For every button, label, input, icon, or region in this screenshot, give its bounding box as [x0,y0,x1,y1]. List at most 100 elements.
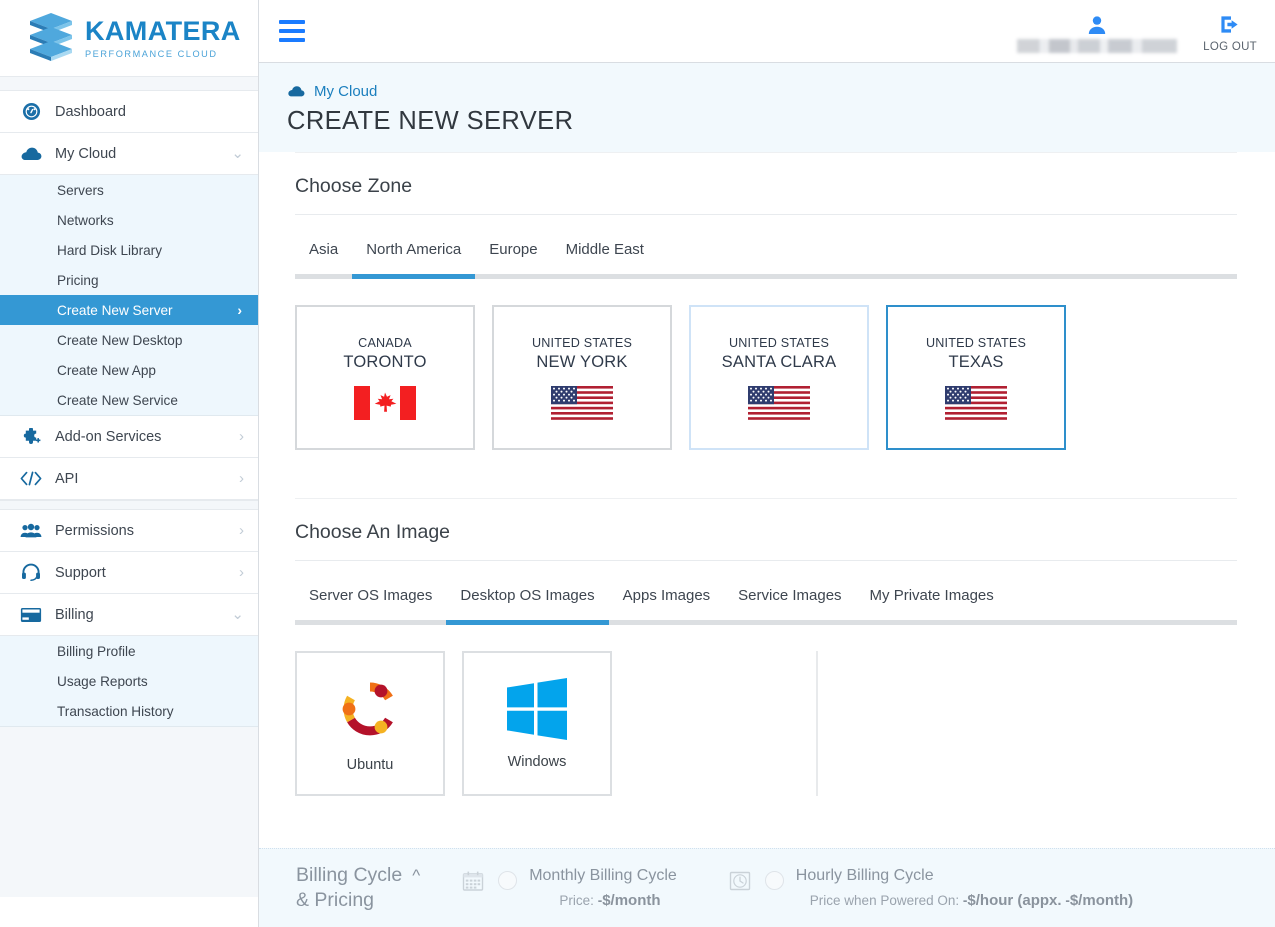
sidebar-item-support[interactable]: Support › [0,552,258,594]
sidebar-item-add-on-services[interactable]: Add-on Services › [0,416,258,458]
sub-item-label: Pricing [57,272,99,288]
image-list-divider [816,651,818,796]
tab-server-os-images[interactable]: Server OS Images [295,587,447,625]
usa-flag-icon [945,385,1007,420]
sidebar-item-permissions[interactable]: Permissions › [0,510,258,552]
zone-city: SANTA CLARA [721,352,837,371]
tab-indicator [855,620,1008,625]
billing-submenu: Billing Profile Usage Reports Transactio… [0,636,258,727]
tab-apps-images[interactable]: Apps Images [608,587,725,625]
monthly-price-unit: $/month [602,892,661,909]
cloud-icon [18,146,44,162]
sidebar-item-label: Support [55,564,106,581]
monthly-billing-radio[interactable] [498,871,518,890]
monthly-billing-texts: Monthly Billing Cycle Price: -$/month [529,867,677,909]
zone-country: UNITED STATES [728,335,830,350]
image-card-ubuntu[interactable]: Ubuntu [295,651,445,796]
tab-north-america[interactable]: North America [352,241,476,279]
sidebar-item-my-cloud[interactable]: My Cloud ⌄ [0,133,258,175]
sidebar-item-hard-disk-library[interactable]: Hard Disk Library [0,235,258,265]
logout-button[interactable]: LOG OUT [1203,9,1257,53]
sidebar-divider [0,500,258,510]
user-name-redacted [1017,39,1178,53]
zone-card-santa-clara[interactable]: UNITED STATES SANTA CLARA [689,305,869,450]
code-brackets-icon [18,471,44,486]
sub-item-label: Create New Desktop [57,332,183,348]
chevron-right-icon: › [239,428,244,445]
zone-card-texas[interactable]: UNITED STATES TEXAS [886,305,1066,450]
sidebar-filler [0,727,258,897]
monthly-price: Price: -$/month [543,892,677,909]
cloud-icon [288,86,305,97]
zone-city: TEXAS [948,352,1004,371]
sidebar-item-usage-reports[interactable]: Usage Reports [0,666,258,696]
monthly-billing-label: Monthly Billing Cycle [529,867,677,884]
hamburger-icon[interactable] [279,20,305,42]
tab-label: Desktop OS Images [460,587,595,604]
billing-cycle-bar: Billing Cycle & Pricing ^ Monthly Billin… [259,848,1275,927]
tab-desktop-os-images[interactable]: Desktop OS Images [446,587,609,625]
monthly-billing-option[interactable]: Monthly Billing Cycle Price: -$/month [462,867,677,909]
zone-card-toronto[interactable]: CANADA TORONTO [295,305,475,450]
sidebar-item-servers[interactable]: Servers [0,175,258,205]
sidebar-item-billing-profile[interactable]: Billing Profile [0,636,258,666]
tab-label: Service Images [738,587,842,604]
sidebar-item-label: My Cloud [55,145,117,162]
tab-label: Europe [489,241,538,258]
brand-tagline: PERFORMANCE CLOUD [85,48,218,59]
chevron-down-icon: ⌄ [231,606,244,623]
tab-middle-east[interactable]: Middle East [551,241,658,279]
user-avatar-icon [1088,16,1106,34]
calendar-icon [462,871,484,891]
brand-logo[interactable]: KAMATERA PERFORMANCE CLOUD [0,0,258,77]
monthly-price-prefix: Price: [559,893,594,908]
sub-item-label: Usage Reports [57,673,148,689]
hourly-billing-texts: Hourly Billing Cycle Price when Powered … [796,867,1133,909]
main-area: LOG OUT My Cloud CREATE NEW SERVER Choos… [259,0,1275,927]
zone-card-new-york[interactable]: UNITED STATES NEW YORK [492,305,672,450]
hourly-billing-radio[interactable] [764,871,784,890]
sub-item-label: Create New Service [57,392,178,408]
hourly-price: Price when Powered On: -$/hour (appx. -$… [810,892,1133,909]
zone-country: CANADA [358,335,412,350]
sidebar-item-create-new-server[interactable]: Create New Server › [0,295,258,325]
tab-indicator [295,620,447,625]
sidebar-item-label: Billing [55,606,94,623]
tab-label: My Private Images [869,587,994,604]
sidebar-item-networks[interactable]: Networks [0,205,258,235]
sidebar-item-label: Permissions [55,522,134,539]
credit-card-icon [18,607,44,623]
tab-label: Asia [309,241,339,258]
tab-service-images[interactable]: Service Images [724,587,856,625]
sidebar-item-billing[interactable]: Billing ⌄ [0,594,258,636]
sidebar-item-api[interactable]: API › [0,458,258,500]
zone-city: NEW YORK [536,352,628,371]
tab-my-private-images[interactable]: My Private Images [855,587,1008,625]
app-root: KAMATERA PERFORMANCE CLOUD Dashboard My … [0,0,1275,927]
user-account[interactable] [1017,9,1178,53]
sidebar-item-create-new-desktop[interactable]: Create New Desktop [0,325,258,355]
hourly-billing-option[interactable]: Hourly Billing Cycle Price when Powered … [729,867,1133,909]
dashboard-gauge-icon [18,102,44,121]
sidebar: KAMATERA PERFORMANCE CLOUD Dashboard My … [0,0,259,927]
breadcrumb[interactable]: My Cloud [287,83,1275,100]
sidebar-item-label: Dashboard [55,103,126,120]
sidebar-item-transaction-history[interactable]: Transaction History [0,696,258,726]
tab-europe[interactable]: Europe [475,241,552,279]
tab-label: North America [366,241,462,258]
image-card-windows[interactable]: Windows [462,651,612,796]
chevron-up-icon[interactable]: ^ [412,865,420,887]
sidebar-item-pricing[interactable]: Pricing [0,265,258,295]
tab-spacer: . [657,241,1237,279]
tab-asia[interactable]: Asia [295,241,353,279]
sidebar-item-dashboard[interactable]: Dashboard [0,91,258,133]
sub-item-label: Networks [57,212,114,228]
windows-logo-icon [507,677,567,740]
sidebar-item-create-new-service[interactable]: Create New Service [0,385,258,415]
top-bar: LOG OUT [259,0,1275,63]
kamatera-logo-icon [30,13,72,61]
sidebar-item-create-new-app[interactable]: Create New App [0,355,258,385]
sub-item-label: Create New App [57,362,156,378]
chevron-right-icon: › [239,564,244,581]
sidebar-item-label: API [55,470,79,487]
